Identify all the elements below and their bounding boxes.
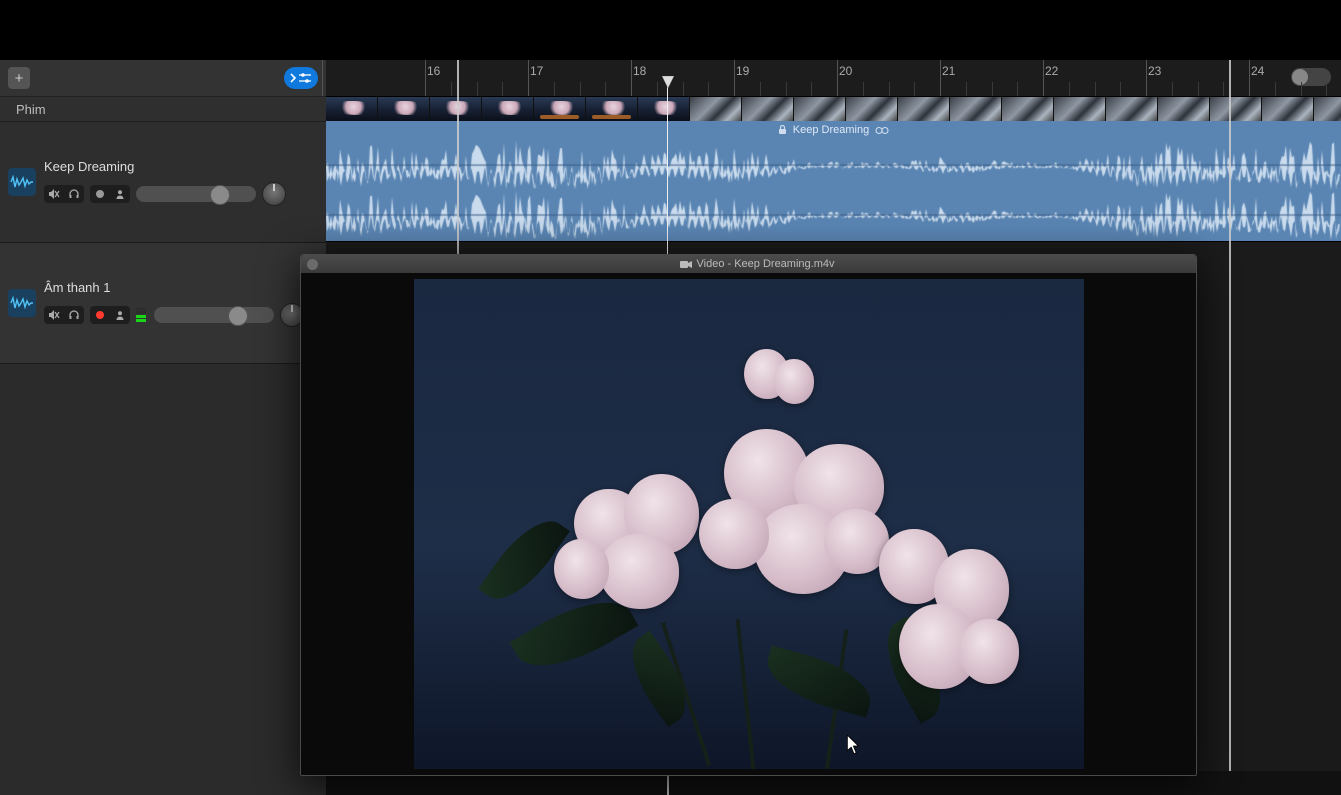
film-thumbnail[interactable]	[794, 97, 845, 121]
track-headers-panel: + Phim Keep	[0, 60, 326, 795]
film-thumbnail[interactable]	[846, 97, 897, 121]
ruler-bar-label: 20	[839, 64, 852, 78]
waveform-icon	[10, 295, 34, 311]
playhead-marker-icon	[660, 76, 676, 90]
film-thumbnail[interactable]	[950, 97, 1001, 121]
headphones-icon	[68, 188, 80, 200]
waveform-display	[326, 137, 1341, 241]
audio-clip-row[interactable]: Keep Dreaming	[326, 121, 1341, 242]
track-icon	[8, 289, 36, 317]
film-thumbnail[interactable]	[1314, 97, 1341, 121]
volume-slider[interactable]	[154, 307, 274, 323]
volume-knob[interactable]	[228, 306, 248, 326]
person-icon	[115, 310, 125, 320]
lock-icon	[778, 125, 787, 135]
chevron-right-icon	[290, 73, 297, 83]
filter-sliders-icon	[298, 72, 312, 84]
track-name: Âm thanh 1	[44, 280, 316, 295]
mute-button[interactable]	[44, 306, 64, 324]
video-content	[301, 273, 1196, 775]
mute-icon	[48, 188, 60, 200]
clip-title-text: Keep Dreaming	[793, 124, 869, 136]
input-monitor-button[interactable]	[110, 185, 130, 203]
film-label-text: Phim	[16, 102, 46, 117]
top-spacer	[0, 0, 1341, 60]
track-name: Keep Dreaming	[44, 159, 316, 174]
ruler[interactable]: 16 17 18 19 20 21 22 23 24	[326, 60, 1341, 97]
film-thumbnail[interactable]	[898, 97, 949, 121]
mute-button[interactable]	[44, 185, 64, 203]
video-preview-window[interactable]: Video - Keep Dreaming.m4v	[300, 254, 1197, 776]
ruler-bar-label: 21	[942, 64, 955, 78]
record-enable-button[interactable]	[90, 185, 110, 203]
film-thumbnail-row[interactable]	[326, 97, 1341, 121]
cycle-region-right-line[interactable]	[1229, 60, 1231, 795]
film-thumbnail[interactable]	[482, 97, 533, 121]
snap-toggle[interactable]	[1291, 68, 1331, 86]
ruler-bar-label: 17	[530, 64, 543, 78]
close-button[interactable]	[307, 259, 318, 270]
track-filter-button[interactable]	[284, 67, 318, 89]
record-icon	[95, 310, 105, 320]
film-thumbnail[interactable]	[586, 97, 637, 121]
video-window-titlebar[interactable]: Video - Keep Dreaming.m4v	[301, 255, 1196, 274]
film-thumbnail[interactable]	[638, 97, 689, 121]
stem-shape	[735, 619, 756, 769]
film-thumbnail[interactable]	[378, 97, 429, 121]
person-icon	[115, 189, 125, 199]
track-headers-toolbar: +	[0, 60, 326, 97]
volume-slider[interactable]	[136, 186, 256, 202]
leaf-shape	[616, 631, 700, 728]
level-meter	[136, 308, 146, 322]
film-thumbnail[interactable]	[1262, 97, 1313, 121]
film-thumbnail[interactable]	[1054, 97, 1105, 121]
track-header-1[interactable]: Keep Dreaming	[0, 122, 326, 243]
app-root: + Phim Keep	[0, 0, 1341, 795]
film-thumbnail[interactable]	[1002, 97, 1053, 121]
track-buttons-group	[44, 185, 84, 203]
ruler-bar-label: 22	[1045, 64, 1058, 78]
video-window-title: Video - Keep Dreaming.m4v	[697, 258, 835, 270]
video-icon	[680, 260, 692, 269]
loop-icon	[875, 126, 889, 135]
input-monitor-button[interactable]	[110, 306, 130, 324]
volume-knob[interactable]	[210, 185, 230, 205]
solo-button[interactable]	[64, 306, 84, 324]
film-thumbnail[interactable]	[1158, 97, 1209, 121]
track-header-2[interactable]: Âm thanh 1	[0, 243, 326, 364]
ruler-bar-label: 18	[633, 64, 646, 78]
film-thumbnail[interactable]	[430, 97, 481, 121]
film-thumbnail[interactable]	[742, 97, 793, 121]
pan-knob[interactable]	[262, 182, 286, 206]
mute-icon	[48, 309, 60, 321]
film-thumbnail[interactable]	[1210, 97, 1261, 121]
clip-title-bar: Keep Dreaming	[326, 123, 1341, 137]
ruler-bar-label: 24	[1251, 64, 1264, 78]
record-icon	[95, 189, 105, 199]
film-row-label: Phim	[0, 97, 326, 122]
ruler-bar-label: 19	[736, 64, 749, 78]
flower-cluster	[734, 339, 824, 419]
track-buttons-group	[44, 306, 84, 324]
film-thumbnail[interactable]	[326, 97, 377, 121]
film-thumbnail[interactable]	[690, 97, 741, 121]
waveform-icon	[10, 174, 34, 190]
add-track-button[interactable]: +	[8, 67, 30, 89]
film-thumbnail[interactable]	[534, 97, 585, 121]
ruler-bar-label: 23	[1148, 64, 1161, 78]
solo-button[interactable]	[64, 185, 84, 203]
track-rec-group	[90, 185, 130, 203]
headphones-icon	[68, 309, 80, 321]
video-frame	[414, 279, 1084, 769]
track-rec-group	[90, 306, 130, 324]
ruler-bar-label: 16	[427, 64, 440, 78]
flower-cluster	[854, 509, 1034, 699]
plus-icon: +	[15, 71, 24, 86]
record-enable-button[interactable]	[90, 306, 110, 324]
track-icon	[8, 168, 36, 196]
film-thumbnail[interactable]	[1106, 97, 1157, 121]
audio-clip[interactable]: Keep Dreaming	[326, 121, 1341, 241]
